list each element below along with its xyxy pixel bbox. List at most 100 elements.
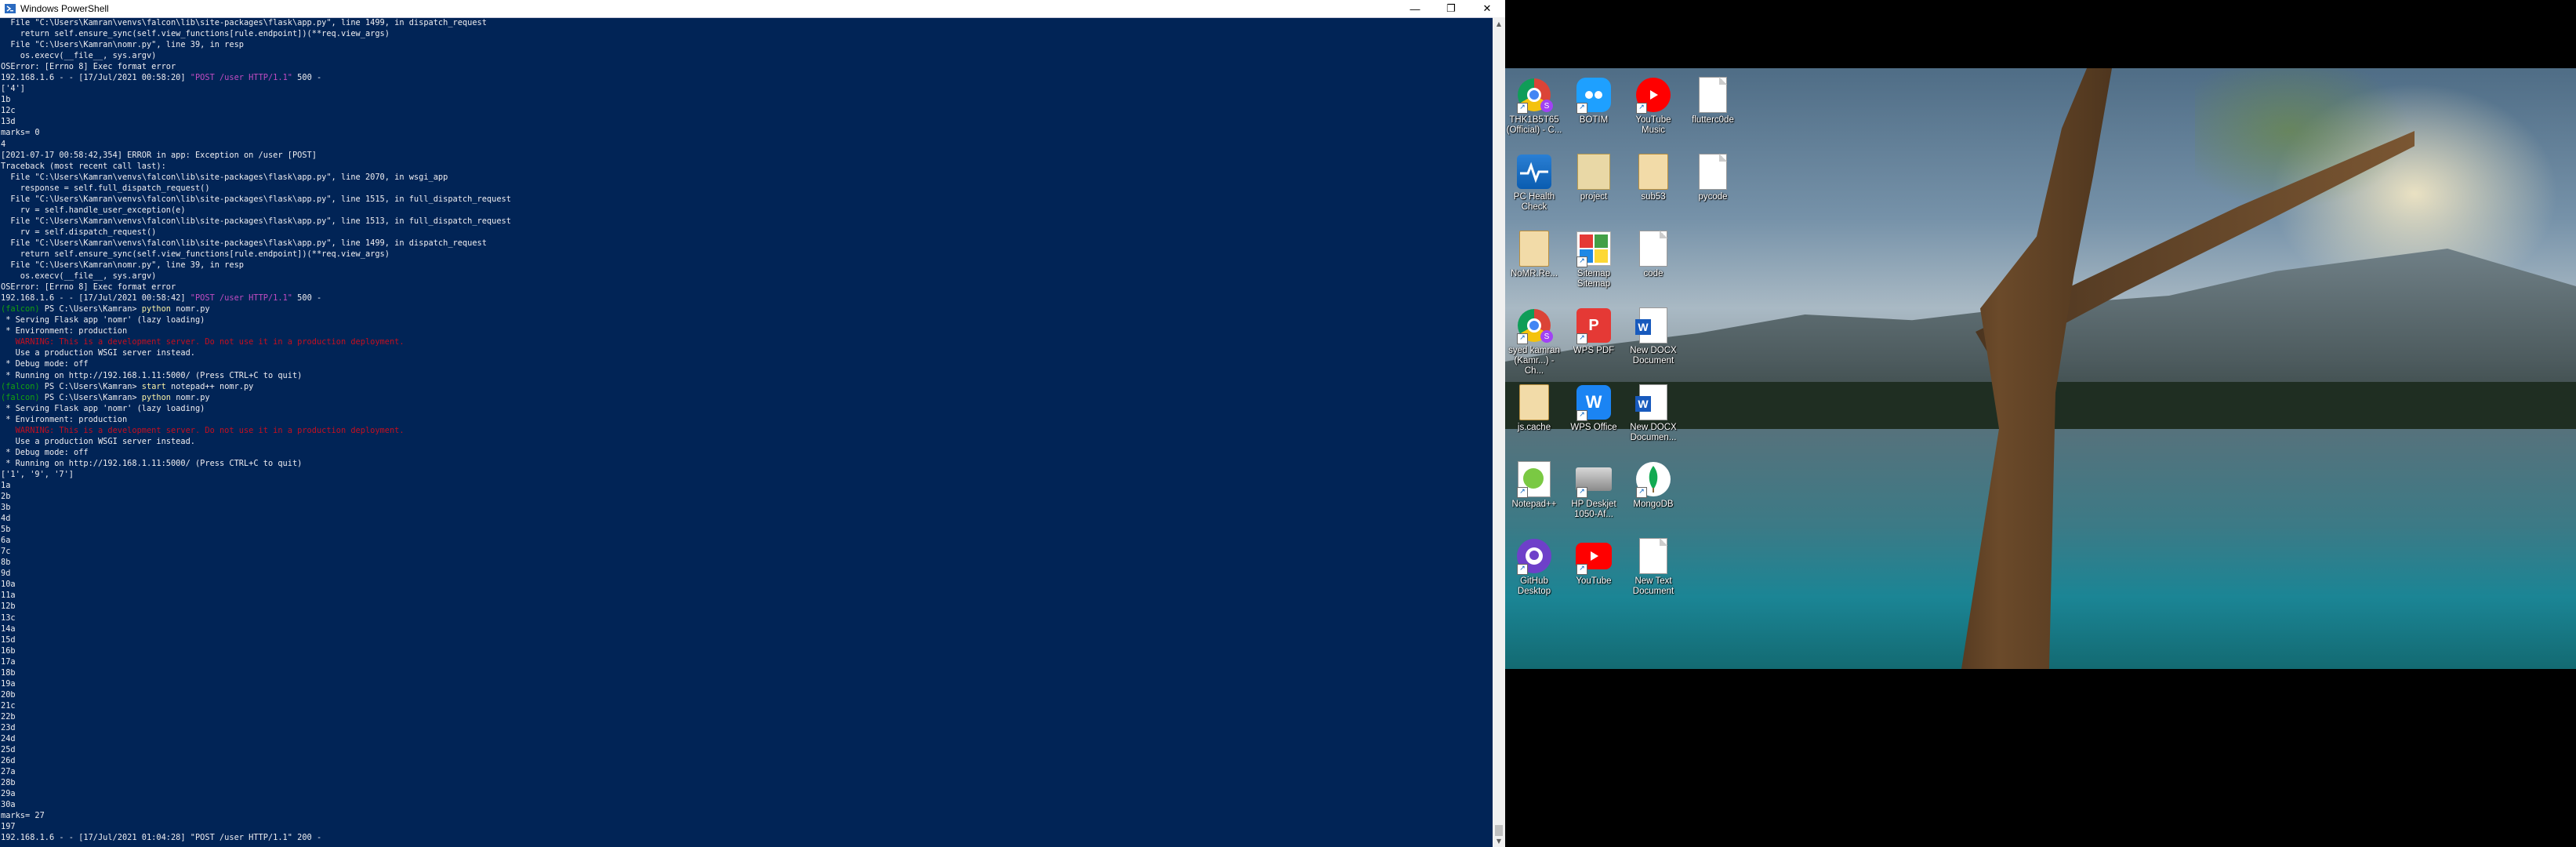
console-line: WARNING: This is a development server. D…: [1, 337, 405, 347]
desktop-shortcut[interactable]: S ↗ syed kamran (Kamr...) - Ch...: [1505, 304, 1563, 379]
console-line: 9d: [1, 569, 11, 579]
console-line: 21c: [1, 700, 16, 711]
console-line: return self.ensure_sync(self.view_functi…: [1, 29, 390, 39]
profile-badge-icon: S: [1540, 100, 1553, 112]
shortcut-arrow-icon: ↗: [1517, 564, 1528, 575]
desktop-icon-label: New DOCX Documen...: [1630, 423, 1677, 442]
file-icon: [1694, 76, 1732, 114]
console-line: Use a production WSGI server instead.: [1, 436, 195, 446]
console-text-segment: notepad++ nomr.py: [165, 381, 254, 391]
powershell-icon: [5, 3, 16, 14]
console-text-segment: (falcon): [1, 304, 40, 314]
console-line: 23d: [1, 723, 16, 732]
minimize-button[interactable]: —: [1397, 0, 1433, 17]
console-line: 192.168.1.6 - - [17/Jul/2021 00:58:20] "…: [1, 72, 1490, 83]
desktop-shortcut[interactable]: NoMR.Re...: [1505, 227, 1563, 302]
console-line: (falcon) PS C:\Users\Kamran> start notep…: [1, 381, 1490, 392]
restore-button[interactable]: ❐: [1433, 0, 1469, 17]
console-line: 28b: [1, 778, 16, 788]
console-line: * Running on http://192.168.1.11:5000/ (…: [1, 458, 303, 468]
console-line: [2021-07-17 00:58:42,354] ERROR in app: …: [1, 150, 317, 160]
shortcut-arrow-icon: ↗: [1576, 256, 1587, 267]
word-document-icon: W: [1634, 384, 1672, 421]
desktop-shortcut[interactable]: ↗ BOTIM: [1565, 73, 1623, 148]
console-text-segment: (falcon): [1, 392, 40, 402]
desktop-shortcut[interactable]: code: [1624, 227, 1682, 302]
console-line: 25d: [1, 745, 16, 755]
desktop-icon-label: Sitemap Sitemap: [1576, 269, 1611, 289]
console-line: File "C:\Users\Kamran\venvs\falcon\lib\s…: [1, 172, 448, 182]
shortcut-arrow-icon: ↗: [1517, 333, 1528, 344]
desktop-shortcut[interactable]: ↗ GitHub Desktop: [1505, 534, 1563, 609]
desktop-shortcut[interactable]: P ↗ WPS PDF: [1565, 304, 1623, 379]
console-line: OSError: [Errno 8] Exec format error: [1, 62, 176, 72]
console-line: 12b: [1, 602, 16, 612]
scroll-down-arrow-icon[interactable]: ▼: [1493, 834, 1505, 847]
notepadpp-icon: ↗: [1515, 460, 1553, 498]
desktop-icon-label: New DOCX Document: [1630, 346, 1677, 365]
desktop-shortcut[interactable]: js.cache: [1505, 380, 1563, 456]
console-output[interactable]: File "C:\Users\Kamran\venvs\falcon\lib\s…: [0, 17, 1490, 847]
console-line: Traceback (most recent call last):: [1, 161, 166, 171]
console-line: 26d: [1, 756, 16, 766]
desktop-shortcut[interactable]: S ↗ THK1B5T65 (Official) - C...: [1505, 73, 1563, 148]
desktop-shortcut[interactable]: ↗ Sitemap Sitemap: [1565, 227, 1623, 302]
scroll-up-arrow-icon[interactable]: ▲: [1493, 17, 1505, 30]
desktop-shortcut[interactable]: ↗ YouTube Music: [1624, 73, 1682, 148]
desktop-shortcut[interactable]: project: [1565, 150, 1623, 225]
desktop-icon-label: THK1B5T65 (Official) - C...: [1506, 115, 1562, 135]
console-text-segment: 192.168.1.6 - - [17/Jul/2021 00:58:20]: [1, 73, 190, 83]
console-line: * Serving Flask app 'nomr' (lazy loading…: [1, 403, 205, 413]
console-text-segment: start: [141, 381, 166, 391]
desktop-shortcut[interactable]: PC Health Check: [1505, 150, 1563, 225]
desktop-shortcut[interactable]: New Text Document: [1624, 534, 1682, 609]
close-button[interactable]: ✕: [1469, 0, 1505, 17]
console-line: 3b: [1, 503, 11, 513]
console-line: WARNING: This is a development server. D…: [1, 425, 405, 435]
file-icon: [1634, 230, 1672, 267]
shortcut-arrow-icon: ↗: [1576, 564, 1587, 575]
desktop-icon-label: js.cache: [1517, 423, 1551, 432]
console-text-segment: python: [141, 304, 171, 314]
desktop-shortcut[interactable]: ↗ Notepad++: [1505, 457, 1563, 533]
console-line: * Environment: production: [1, 414, 128, 424]
desktop-icon-label: flutterc0de: [1692, 115, 1734, 125]
desktop-shortcut[interactable]: ↗ YouTube: [1565, 534, 1623, 609]
desktop-shortcut[interactable]: ↗ MongoDB: [1624, 457, 1682, 533]
desktop-shortcut[interactable]: W ↗ WPS Office: [1565, 380, 1623, 456]
desktop-shortcut[interactable]: flutterc0de: [1684, 73, 1742, 148]
desktop-shortcut[interactable]: sub53: [1624, 150, 1682, 225]
desktop-icon-label: Notepad++: [1511, 500, 1557, 509]
desktop-icon-label: syed kamran (Kamr...) - Ch...: [1508, 346, 1560, 376]
desktop[interactable]: S ↗ THK1B5T65 (Official) - C... ↗ BOTIM ↗ YouT…: [1505, 68, 2576, 669]
shortcut-arrow-icon: ↗: [1636, 487, 1647, 498]
desktop-icon-label: PC Health Check: [1513, 192, 1555, 212]
console-line: ['4']: [1, 84, 25, 94]
console-line: 197: [1, 822, 16, 832]
console-line: * Running on http://192.168.1.11:5000/ (…: [1, 370, 303, 380]
sitemap-icon: ↗: [1575, 230, 1613, 267]
desktop-icon-label: sub53: [1641, 192, 1666, 202]
desktop-shortcut[interactable]: W New DOCX Documen...: [1624, 380, 1682, 456]
wps-office-icon: W ↗: [1575, 384, 1613, 421]
pc-health-check-icon: [1515, 153, 1553, 191]
console-line: 2b: [1, 492, 11, 502]
desktop-shortcut[interactable]: pycode: [1684, 150, 1742, 225]
console-line: * Debug mode: off: [1, 359, 89, 369]
botim-icon: ↗: [1575, 76, 1613, 114]
console-line: 8b: [1, 558, 11, 568]
console-line: 10a: [1, 580, 16, 590]
console-line: 1b: [1, 95, 11, 105]
powershell-window[interactable]: Windows PowerShell — ❐ ✕ File "C:\Users\…: [0, 0, 1505, 847]
console-line: (falcon) PS C:\Users\Kamran> python nomr…: [1, 304, 1490, 314]
desktop-shortcut[interactable]: ↗ HP Deskjet 1050-Af...: [1565, 457, 1623, 533]
console-line: File "C:\Users\Kamran\venvs\falcon\lib\s…: [1, 18, 487, 27]
console-line: rv = self.handle_user_exception(e): [1, 205, 186, 215]
wps-pdf-icon: P ↗: [1575, 307, 1613, 344]
desktop-shortcut[interactable]: W New DOCX Document: [1624, 304, 1682, 379]
console-scrollbar[interactable]: ▲ ▼: [1493, 17, 1505, 847]
desktop-icon-label: YouTube: [1576, 576, 1612, 586]
window-titlebar[interactable]: Windows PowerShell — ❐ ✕: [0, 0, 1505, 18]
console-line: File "C:\Users\Kamran\venvs\falcon\lib\s…: [1, 194, 511, 204]
console-line: 13d: [1, 117, 16, 127]
